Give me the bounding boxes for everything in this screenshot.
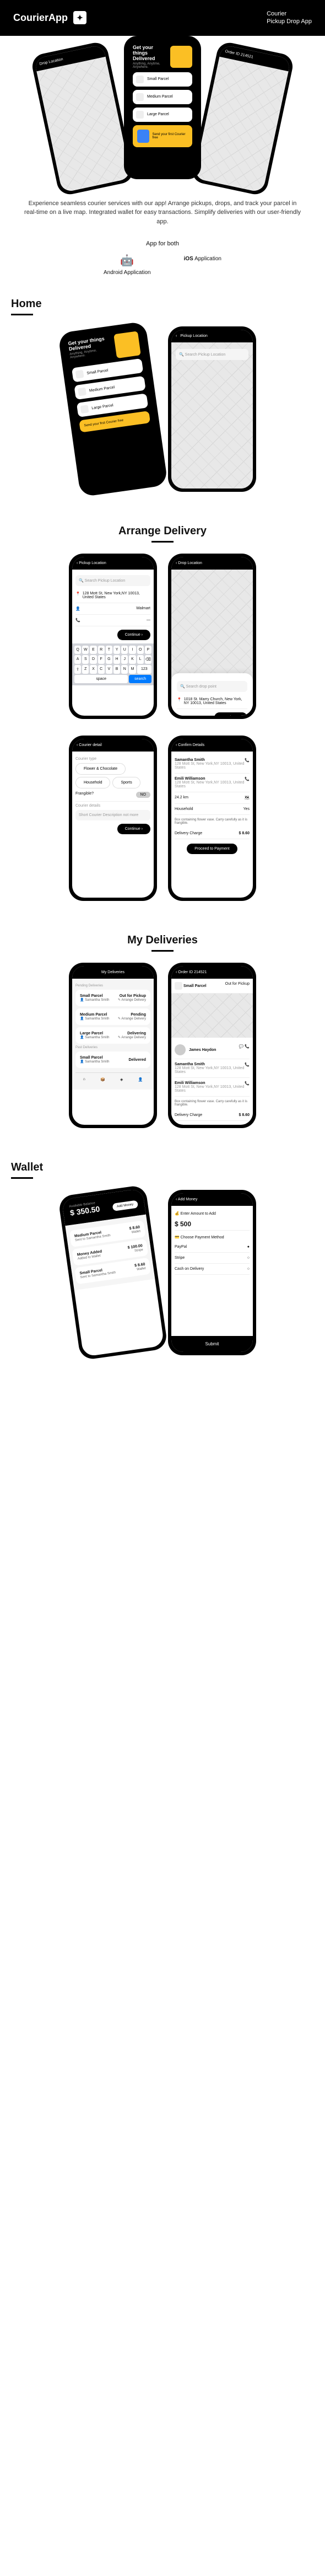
home-phone-left: Get your things Delivered Anything, Anyt… bbox=[58, 321, 168, 497]
continue-button[interactable]: Continue › bbox=[117, 824, 150, 834]
delivery-item[interactable]: Medium Parcel👤 Samantha SmithPending✎ Ar… bbox=[75, 1008, 150, 1025]
section-home: Home Get your things Delivered Anything,… bbox=[0, 281, 325, 508]
payment-option[interactable]: Cash on Delivery○ bbox=[175, 1264, 250, 1275]
app-description: Experience seamless courier services wit… bbox=[0, 190, 325, 235]
nav-wallet-icon[interactable]: ◈ bbox=[120, 1077, 123, 1082]
keyboard[interactable]: QWERTYUIOP ASDFGHJKL⌫ ⇧ZXCVBNM123 spaces… bbox=[72, 643, 154, 685]
confirm-phone: ‹ Confirm Details Samantha Smith128 Mott… bbox=[168, 736, 256, 901]
hero-phones: Drop Location Get your things Delivered … bbox=[0, 36, 325, 190]
phone-icon: 📞 bbox=[75, 618, 80, 622]
back-icon[interactable]: ‹ bbox=[77, 743, 78, 747]
home-phone-right: ‹ Pickup Location 🔍 Search Pickup Locati… bbox=[168, 326, 256, 492]
nav-home-icon[interactable]: ⌂ bbox=[83, 1077, 85, 1082]
hero-phone-left: Drop Location bbox=[30, 40, 136, 196]
ios-platform: iOS Application bbox=[184, 254, 221, 276]
platforms-title: App for both bbox=[6, 240, 319, 247]
submit-button[interactable]: Submit bbox=[171, 1336, 253, 1352]
driver-avatar bbox=[175, 1044, 186, 1055]
type-chip[interactable]: Flower & Chocolate bbox=[75, 763, 126, 775]
call-icon[interactable]: 📞 bbox=[245, 777, 250, 788]
brand-name: CourierApp bbox=[13, 12, 68, 24]
detail-input[interactable]: Short Courier Description not more bbox=[75, 810, 150, 820]
nav-deliveries-icon[interactable]: 📦 bbox=[100, 1077, 105, 1082]
add-money-phone: ‹ Add Money 💰 Enter Amount to Add $ 500 … bbox=[168, 1190, 256, 1355]
radio-icon: ○ bbox=[247, 1256, 250, 1260]
tagline-2: Pickup Drop App bbox=[267, 18, 312, 25]
courier-illustration bbox=[170, 46, 192, 68]
platforms-block: App for both 🤖 Android Application iOS A… bbox=[0, 235, 325, 281]
arrange-title: Arrange Delivery bbox=[11, 525, 314, 538]
call-icon[interactable]: 📞 bbox=[245, 1045, 250, 1049]
tagline-1: Courier bbox=[267, 10, 312, 18]
hero-phone-right: Order ID 214521 bbox=[190, 40, 295, 196]
android-icon: 🤖 bbox=[104, 254, 151, 267]
drop-loc-title: Drop Location bbox=[39, 57, 63, 66]
nav-profile-icon[interactable]: 👤 bbox=[138, 1077, 143, 1082]
deliveries-list-phone: My Deliveries Pending Deliveries Small P… bbox=[69, 963, 157, 1128]
key[interactable]: Q bbox=[74, 646, 81, 654]
continue-button[interactable]: Continue › bbox=[117, 630, 150, 640]
search-input[interactable]: 🔍 Search Pickup Location bbox=[176, 349, 248, 360]
add-money-button[interactable]: Add Money bbox=[112, 1200, 138, 1211]
call-icon[interactable]: 📞 bbox=[245, 758, 250, 770]
type-chip[interactable]: Sports bbox=[112, 777, 140, 788]
parcel-small[interactable]: Small Parcel bbox=[133, 72, 192, 87]
delivery-item[interactable]: Small Parcel👤 Samantha SmithDelivered bbox=[75, 1051, 150, 1068]
wallet-phone: Available Balance $ 350.50 Add Money Med… bbox=[58, 1184, 168, 1360]
pin-icon: 📍 bbox=[177, 697, 182, 705]
proceed-button[interactable]: Proceed to Payment bbox=[187, 844, 237, 854]
pickup-phone: ‹ Pickup Location 🔍 Search Pickup Locati… bbox=[69, 554, 157, 719]
type-chip[interactable]: Household bbox=[75, 777, 110, 788]
landing-header: CourierApp ✦ Courier Pickup Drop App bbox=[0, 0, 325, 36]
section-arrange: Arrange Delivery ‹ Pickup Location 🔍 Sea… bbox=[0, 508, 325, 917]
delivery-item[interactable]: Large Parcel👤 Samantha SmithDelivering✎ … bbox=[75, 1027, 150, 1044]
radio-icon: ○ bbox=[247, 1267, 250, 1271]
courier-illustration bbox=[113, 331, 141, 358]
back-icon[interactable]: ‹ bbox=[176, 1198, 177, 1201]
home-title: Home bbox=[11, 298, 314, 310]
section-deliveries: My Deliveries My Deliveries Pending Deli… bbox=[0, 917, 325, 1145]
delivery-item[interactable]: Small Parcel👤 Samantha SmithOut for Pick… bbox=[75, 990, 150, 1006]
back-icon[interactable]: ‹ bbox=[176, 970, 177, 974]
payment-option[interactable]: Stripe○ bbox=[175, 1253, 250, 1264]
drop-phone: ‹ Drop Location 🔍 Search drop point 📍101… bbox=[168, 554, 256, 719]
courier-detail-phone: ‹ Courier detail Courier type Flower & C… bbox=[69, 736, 157, 901]
promo-banner[interactable]: Send your first Courier free bbox=[133, 125, 192, 147]
pin-icon: 📍 bbox=[75, 592, 80, 599]
amount-input[interactable]: $ 500 bbox=[175, 1218, 250, 1231]
back-icon[interactable]: ‹ bbox=[176, 743, 177, 747]
parcel-large[interactable]: Large Parcel bbox=[133, 108, 192, 122]
hero-sub: Anything, Anytime, Anywhere. bbox=[133, 62, 167, 69]
back-icon[interactable]: ‹ bbox=[176, 561, 177, 565]
back-icon[interactable]: ‹ bbox=[77, 561, 78, 565]
order-title: Order ID 214521 bbox=[225, 49, 253, 59]
radio-icon: ● bbox=[247, 1245, 250, 1249]
section-wallet: Wallet Available Balance $ 350.50 Add Mo… bbox=[0, 1145, 325, 1372]
map-icon[interactable]: 🗺 bbox=[245, 796, 250, 800]
android-platform: 🤖 Android Application bbox=[104, 254, 151, 276]
wallet-title: Wallet bbox=[11, 1161, 314, 1174]
promo-illustration bbox=[137, 130, 149, 143]
back-icon[interactable]: ‹ bbox=[176, 334, 177, 338]
toggle[interactable]: NO bbox=[136, 792, 151, 798]
call-icon[interactable]: 📞 bbox=[245, 1081, 250, 1093]
chat-icon[interactable]: 💬 bbox=[239, 1045, 244, 1049]
call-icon[interactable]: 📞 bbox=[245, 1062, 250, 1074]
continue-button[interactable]: Continue › bbox=[214, 712, 247, 716]
parcel-medium[interactable]: Medium Parcel bbox=[133, 90, 192, 104]
deliveries-title: My Deliveries bbox=[11, 934, 314, 947]
hero-phone-center: Get your things Delivered Anything, Anyt… bbox=[124, 36, 201, 179]
user-icon: 👤 bbox=[75, 607, 80, 611]
payment-option[interactable]: PayPal● bbox=[175, 1242, 250, 1253]
brand-logo-icon: ✦ bbox=[73, 11, 86, 24]
track-phone: ‹ Order ID 214521 Small Parcel Out for P… bbox=[168, 963, 256, 1128]
hero-title: Get your things Delivered bbox=[133, 45, 167, 61]
search-input[interactable]: 🔍 Search drop point bbox=[177, 681, 247, 692]
search-input[interactable]: 🔍 Search Pickup Location bbox=[75, 575, 150, 586]
